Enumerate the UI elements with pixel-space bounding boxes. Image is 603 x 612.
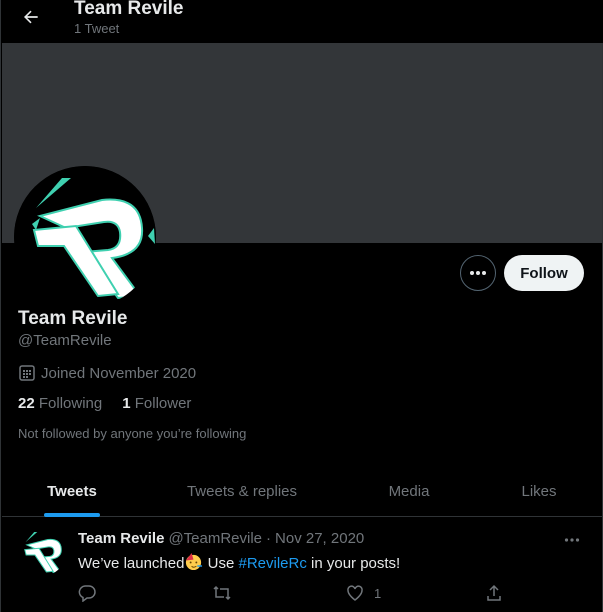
followers-count: 1 (122, 395, 131, 412)
tab-tweets-replies-label: Tweets & replies (186, 482, 298, 500)
tab-likes-label: Likes (521, 482, 557, 500)
tab-tweets-replies[interactable]: Tweets & replies (142, 465, 342, 517)
tweet-more-button[interactable] (564, 530, 580, 548)
tweet-text-end: in your posts! (306, 555, 401, 572)
tweet-avatar[interactable] (18, 528, 66, 576)
following-count: 22 (18, 395, 35, 412)
calendar-icon (19, 365, 35, 381)
like-button[interactable]: 1 (346, 584, 381, 602)
tweet-separator: · (266, 530, 272, 547)
back-button[interactable] (17, 3, 45, 31)
tab-tweets-label: Tweets (47, 482, 97, 500)
tweet-date[interactable]: Nov 27, 2020 (275, 530, 364, 547)
tweet-text: We’ve launched Use #RevileRc in your pos… (78, 552, 400, 572)
profile-name: Team Revile (18, 308, 128, 329)
follow-stats: 22 Following 1 Follower (18, 395, 191, 412)
like-icon (347, 585, 363, 601)
tweet-text-start: We’ve launched (78, 555, 185, 572)
tweet-actions: 1 (78, 584, 508, 604)
top-bar: Team Revile 1 Tweet (1, 0, 603, 43)
following-link[interactable]: 22 Following (18, 395, 102, 412)
more-options-button[interactable] (460, 255, 496, 291)
following-label: Following (38, 395, 103, 412)
profile-avatar[interactable] (14, 166, 156, 308)
tweet-author-name[interactable]: Team Revile (78, 530, 164, 547)
tab-media[interactable]: Media (342, 465, 476, 517)
profile-page: Team Revile 1 Tweet Follow Team Revile @… (0, 0, 603, 612)
share-icon (487, 584, 501, 601)
tab-likes[interactable]: Likes (476, 465, 602, 517)
reply-button[interactable] (78, 584, 96, 602)
tweet-text-mid: Use (203, 555, 239, 572)
followers-label: Follower (134, 395, 192, 412)
reply-icon (78, 585, 96, 602)
more-icon (470, 271, 486, 275)
party-face-emoji (186, 552, 203, 571)
profile-handle: @TeamRevile (18, 332, 112, 349)
profile-tabs: Tweets Tweets & replies Media Likes (2, 465, 602, 517)
retweet-button[interactable] (212, 584, 232, 602)
tweet-header: Team Revile @TeamRevile · Nov 27, 2020 (78, 530, 364, 547)
tab-tweets[interactable]: Tweets (2, 465, 142, 517)
tweet[interactable]: Team Revile @TeamRevile · Nov 27, 2020 W… (2, 518, 602, 612)
back-arrow-icon (24, 10, 38, 24)
joined-text: Joined November 2020 (41, 364, 197, 382)
revile-logo-small (18, 528, 66, 576)
like-count: 1 (374, 585, 382, 601)
tab-media-label: Media (388, 482, 430, 500)
followers-link[interactable]: 1 Follower (122, 395, 191, 412)
header-title: Team Revile (74, 0, 184, 19)
header-tweet-count: 1 Tweet (74, 21, 120, 36)
more-icon (564, 538, 580, 542)
follow-button[interactable]: Follow (504, 255, 584, 291)
joined-date: Joined November 2020 (18, 364, 196, 382)
share-button[interactable] (485, 584, 503, 602)
revile-logo (14, 166, 156, 308)
active-tab-indicator (44, 513, 100, 517)
tweet-author-handle[interactable]: @TeamRevile (168, 530, 262, 547)
retweet-icon (213, 585, 231, 601)
tweet-hashtag[interactable]: #RevileRc (238, 555, 306, 572)
not-followed-notice: Not followed by anyone you’re following (18, 426, 247, 441)
